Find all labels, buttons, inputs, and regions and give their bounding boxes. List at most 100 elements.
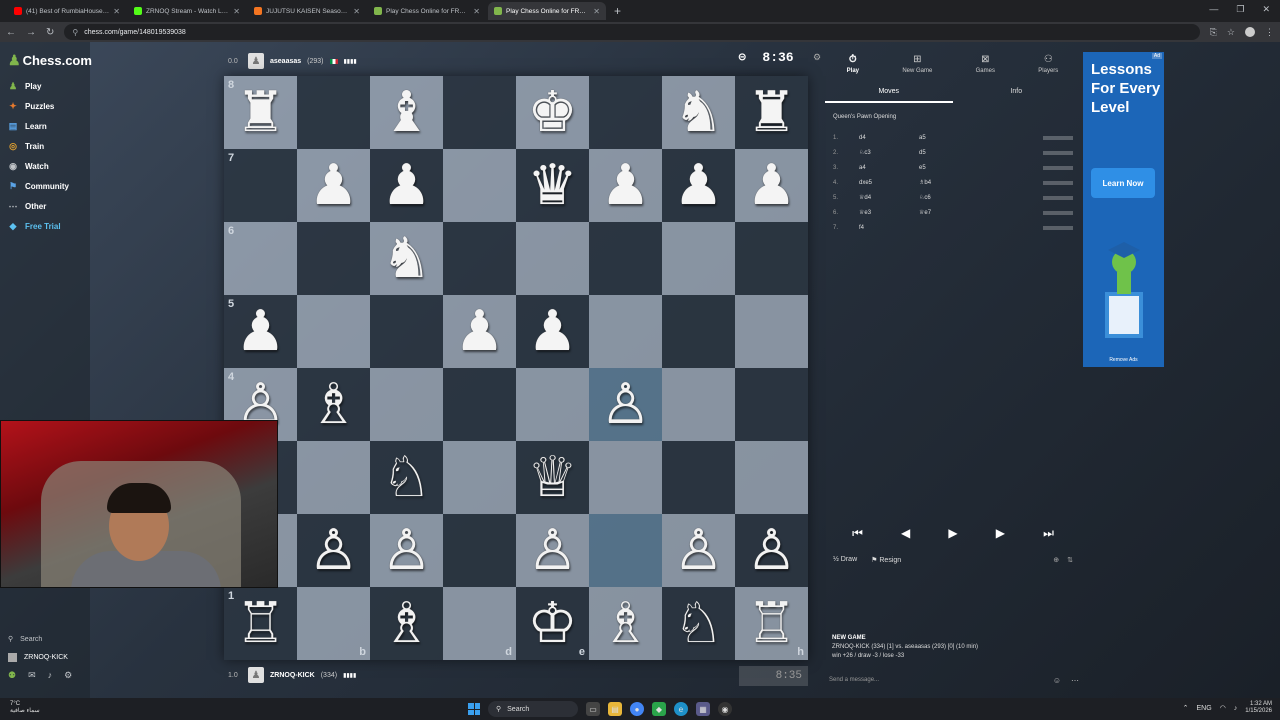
- store-icon[interactable]: ▦: [696, 702, 710, 716]
- black-pawn-piece[interactable]: ♟: [673, 157, 723, 214]
- friends-icon[interactable]: ⚉: [8, 670, 16, 681]
- white-move[interactable]: d4: [859, 135, 919, 141]
- black-move[interactable]: ♘c6: [919, 194, 979, 201]
- square-d5[interactable]: ♟: [443, 295, 516, 368]
- task-view-icon[interactable]: ▭: [586, 702, 600, 716]
- tab-close-icon[interactable]: ✕: [593, 7, 600, 16]
- black-rook-piece[interactable]: ♜: [746, 84, 796, 141]
- white-queen-piece[interactable]: ♕: [527, 449, 577, 506]
- black-queen-piece[interactable]: ♛: [527, 157, 577, 214]
- square-f8[interactable]: [589, 76, 662, 149]
- square-f1[interactable]: ♗: [589, 587, 662, 660]
- sidebar-search[interactable]: ⚲ Search: [8, 630, 68, 648]
- previous-move-button[interactable]: ◀: [901, 526, 910, 541]
- draw-button[interactable]: ½ Draw: [833, 556, 857, 564]
- black-move[interactable]: ♕e7: [919, 209, 979, 216]
- browser-tab[interactable]: Play Chess Online for FREE - 2… ✕: [368, 2, 486, 20]
- white-rook-piece[interactable]: ♖: [235, 595, 285, 652]
- white-pawn-piece[interactable]: ♙: [527, 522, 577, 579]
- black-pawn-piece[interactable]: ♟: [381, 157, 431, 214]
- sidebar-item-learn[interactable]: ▤ Learn: [8, 116, 69, 136]
- square-a5[interactable]: 5 ♟: [224, 295, 297, 368]
- new-tab-button[interactable]: +: [614, 4, 621, 18]
- notifications-icon[interactable]: ♪: [48, 670, 53, 681]
- tab-games[interactable]: ⊠ Games: [976, 54, 995, 74]
- white-bishop-piece[interactable]: ♗: [381, 595, 431, 652]
- black-pawn-piece[interactable]: ♟: [746, 157, 796, 214]
- forward-icon[interactable]: →: [26, 27, 36, 38]
- square-d2[interactable]: [443, 514, 516, 587]
- square-c1[interactable]: ♗: [370, 587, 443, 660]
- system-clock[interactable]: 1:32 AM 1/15/2026: [1245, 701, 1272, 715]
- white-bishop-piece[interactable]: ♗: [308, 376, 358, 433]
- white-move[interactable]: ♕e3: [859, 209, 919, 216]
- square-c8[interactable]: ♝: [370, 76, 443, 149]
- board-settings-icon[interactable]: ⚙: [813, 52, 821, 63]
- tab-close-icon[interactable]: ✕: [473, 7, 480, 16]
- square-d4[interactable]: [443, 368, 516, 441]
- black-pawn-piece[interactable]: ♟: [308, 157, 358, 214]
- square-h4[interactable]: [735, 368, 808, 441]
- square-g1[interactable]: ♘: [662, 587, 735, 660]
- menu-icon[interactable]: ⋮: [1265, 27, 1274, 38]
- chrome-icon[interactable]: ●: [630, 702, 644, 716]
- profile-avatar[interactable]: [1245, 26, 1255, 37]
- remove-ads-link[interactable]: Remove Ads: [1083, 357, 1164, 363]
- edge-icon[interactable]: e: [674, 702, 688, 716]
- obs-icon[interactable]: ◉: [718, 702, 732, 716]
- sidebar-user[interactable]: ZRNOQ-KICK: [8, 648, 68, 666]
- first-move-button[interactable]: ⏮: [852, 526, 863, 541]
- black-move[interactable]: d5: [919, 150, 979, 156]
- black-pawn-piece[interactable]: ♟: [600, 157, 650, 214]
- square-b1[interactable]: b: [297, 587, 370, 660]
- install-icon[interactable]: ⎘: [1210, 27, 1217, 38]
- square-b5[interactable]: [297, 295, 370, 368]
- black-knight-piece[interactable]: ♞: [673, 84, 723, 141]
- square-e5[interactable]: ♟: [516, 295, 589, 368]
- black-rook-piece[interactable]: ♜: [235, 84, 285, 141]
- square-f6[interactable]: [589, 222, 662, 295]
- sidebar-item-puzzles[interactable]: ✦ Puzzles: [8, 96, 69, 116]
- share-icon[interactable]: ⊕: [1053, 556, 1059, 564]
- square-g7[interactable]: ♟: [662, 149, 735, 222]
- white-move[interactable]: dxe5: [859, 180, 919, 186]
- sidebar-item-other[interactable]: ⋯ Other: [8, 196, 69, 216]
- square-h5[interactable]: [735, 295, 808, 368]
- top-player-name[interactable]: aseaasas: [270, 58, 301, 65]
- chat-more-icon[interactable]: ⋯: [1071, 676, 1079, 685]
- square-h8[interactable]: ♜: [735, 76, 808, 149]
- square-h3[interactable]: [735, 441, 808, 514]
- square-b2[interactable]: ♙: [297, 514, 370, 587]
- square-d7[interactable]: [443, 149, 516, 222]
- browser-tab[interactable]: Play Chess Online for FREE - 2… ✕: [488, 2, 606, 20]
- white-pawn-piece[interactable]: ♙: [746, 522, 796, 579]
- next-move-button[interactable]: ▶: [996, 526, 1005, 541]
- tab-close-icon[interactable]: ✕: [353, 7, 360, 16]
- subtab-info[interactable]: Info: [953, 88, 1081, 103]
- white-move[interactable]: ♕d4: [859, 194, 919, 201]
- tab-play[interactable]: ⏱ Play: [847, 54, 859, 74]
- white-rook-piece[interactable]: ♖: [746, 595, 796, 652]
- square-d6[interactable]: [443, 222, 516, 295]
- black-king-piece[interactable]: ♚: [527, 84, 577, 141]
- square-b8[interactable]: [297, 76, 370, 149]
- sidebar-item-play[interactable]: ♟ Play: [8, 76, 69, 96]
- white-pawn-piece[interactable]: ♙: [308, 522, 358, 579]
- square-b3[interactable]: [297, 441, 370, 514]
- white-move[interactable]: ♘c3: [859, 149, 919, 156]
- minimize-icon[interactable]: —: [1209, 4, 1218, 15]
- settings-gear-icon[interactable]: ⚙: [64, 670, 72, 681]
- square-h7[interactable]: ♟: [735, 149, 808, 222]
- flip-board-icon[interactable]: ⇅: [1067, 556, 1073, 564]
- url-field[interactable]: ⚲ chess.com/game/148019539038: [64, 24, 1200, 40]
- black-move[interactable]: e5: [919, 165, 979, 171]
- maximize-icon[interactable]: ❐: [1236, 4, 1244, 15]
- taskbar-search[interactable]: ⚲ Search: [488, 701, 578, 717]
- square-g3[interactable]: [662, 441, 735, 514]
- square-f2[interactable]: [589, 514, 662, 587]
- opening-name[interactable]: Queen's Pawn Opening: [833, 114, 896, 120]
- square-e6[interactable]: [516, 222, 589, 295]
- black-move[interactable]: a5: [919, 135, 979, 141]
- white-bishop-piece[interactable]: ♗: [600, 595, 650, 652]
- bottom-player-avatar[interactable]: ♟: [248, 667, 264, 683]
